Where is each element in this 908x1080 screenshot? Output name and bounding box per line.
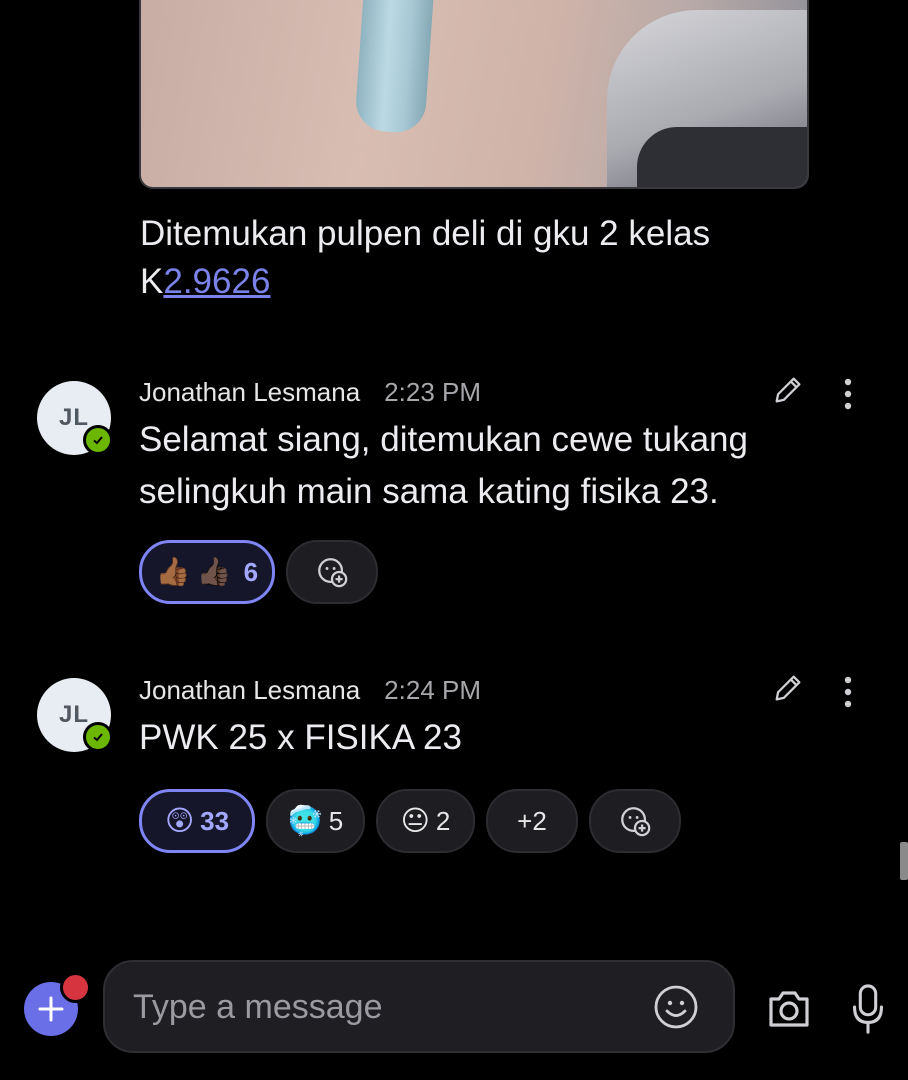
reaction-count: 33 — [200, 805, 230, 836]
add-reaction-button[interactable] — [589, 789, 681, 853]
more-icon[interactable] — [832, 374, 864, 414]
message-composer — [103, 960, 735, 1053]
edit-icon[interactable] — [768, 668, 808, 708]
message-time: 2:23 PM — [384, 377, 481, 407]
emoji-icon[interactable] — [651, 982, 701, 1032]
edit-icon[interactable] — [768, 370, 808, 410]
more-reactions-button[interactable]: +2 — [486, 789, 578, 853]
reaction-cold-face[interactable]: 🥶 5 — [266, 789, 365, 853]
message-text: PWK 25 x FISIKA 23 — [139, 718, 462, 757]
reaction-bar: 😲 33 🥶 5 😐 2 +2 — [139, 789, 681, 853]
add-reaction-button[interactable] — [286, 540, 378, 604]
more-icon[interactable] — [832, 672, 864, 712]
scrollbar[interactable] — [900, 842, 908, 880]
notification-badge — [60, 972, 91, 1003]
reaction-count: 2 — [435, 805, 451, 836]
avatar[interactable]: JL — [37, 678, 113, 752]
author-name[interactable]: Jonathan Lesmana — [139, 675, 360, 705]
message-time: 2:24 PM — [384, 675, 481, 705]
astonished-emoji: 😲 — [164, 805, 195, 836]
author-name[interactable]: Jonathan Lesmana — [139, 377, 360, 407]
avatar[interactable]: JL — [37, 381, 113, 455]
presence-available-icon — [83, 425, 113, 455]
avatar-initials: JL — [58, 701, 89, 728]
reaction-bar: 👍🏾 👍🏿 6 — [139, 540, 378, 604]
message-header: Jonathan Lesmana 2:23 PM — [139, 377, 481, 408]
post-caption: Ditemukan pulpen deli di gku 2 kelas K2.… — [140, 210, 780, 306]
reaction-thumbs-up[interactable]: 👍🏾 👍🏿 6 — [139, 540, 275, 604]
pen-image-detail — [354, 0, 434, 135]
camera-icon[interactable] — [764, 985, 814, 1033]
more-reactions-label: +2 — [517, 805, 547, 836]
caption-link[interactable]: 2.9626 — [163, 262, 270, 301]
neutral-face-emoji: 😐 — [400, 805, 430, 836]
message-input[interactable] — [131, 962, 635, 1053]
add-reaction-icon — [318, 558, 348, 588]
thumbs-up-dark-emoji: 👍🏿 — [196, 556, 232, 587]
presence-available-icon — [83, 722, 113, 752]
reaction-neutral-face[interactable]: 😐 2 — [376, 789, 475, 853]
message-header: Jonathan Lesmana 2:24 PM — [139, 675, 481, 706]
microphone-icon[interactable] — [848, 983, 888, 1035]
message-text: Selamat siang, ditemukan cewe tukang sel… — [139, 420, 748, 511]
thumbs-up-emoji: 👍🏾 — [155, 556, 191, 587]
reaction-count: 6 — [243, 556, 259, 587]
reaction-count: 5 — [328, 805, 344, 836]
reaction-astonished[interactable]: 😲 33 — [139, 789, 255, 853]
avatar-initials: JL — [58, 404, 89, 431]
strap-image-detail — [637, 127, 807, 187]
add-reaction-icon — [621, 807, 651, 837]
cold-face-emoji: 🥶 — [287, 805, 323, 836]
image-attachment[interactable] — [139, 0, 809, 189]
